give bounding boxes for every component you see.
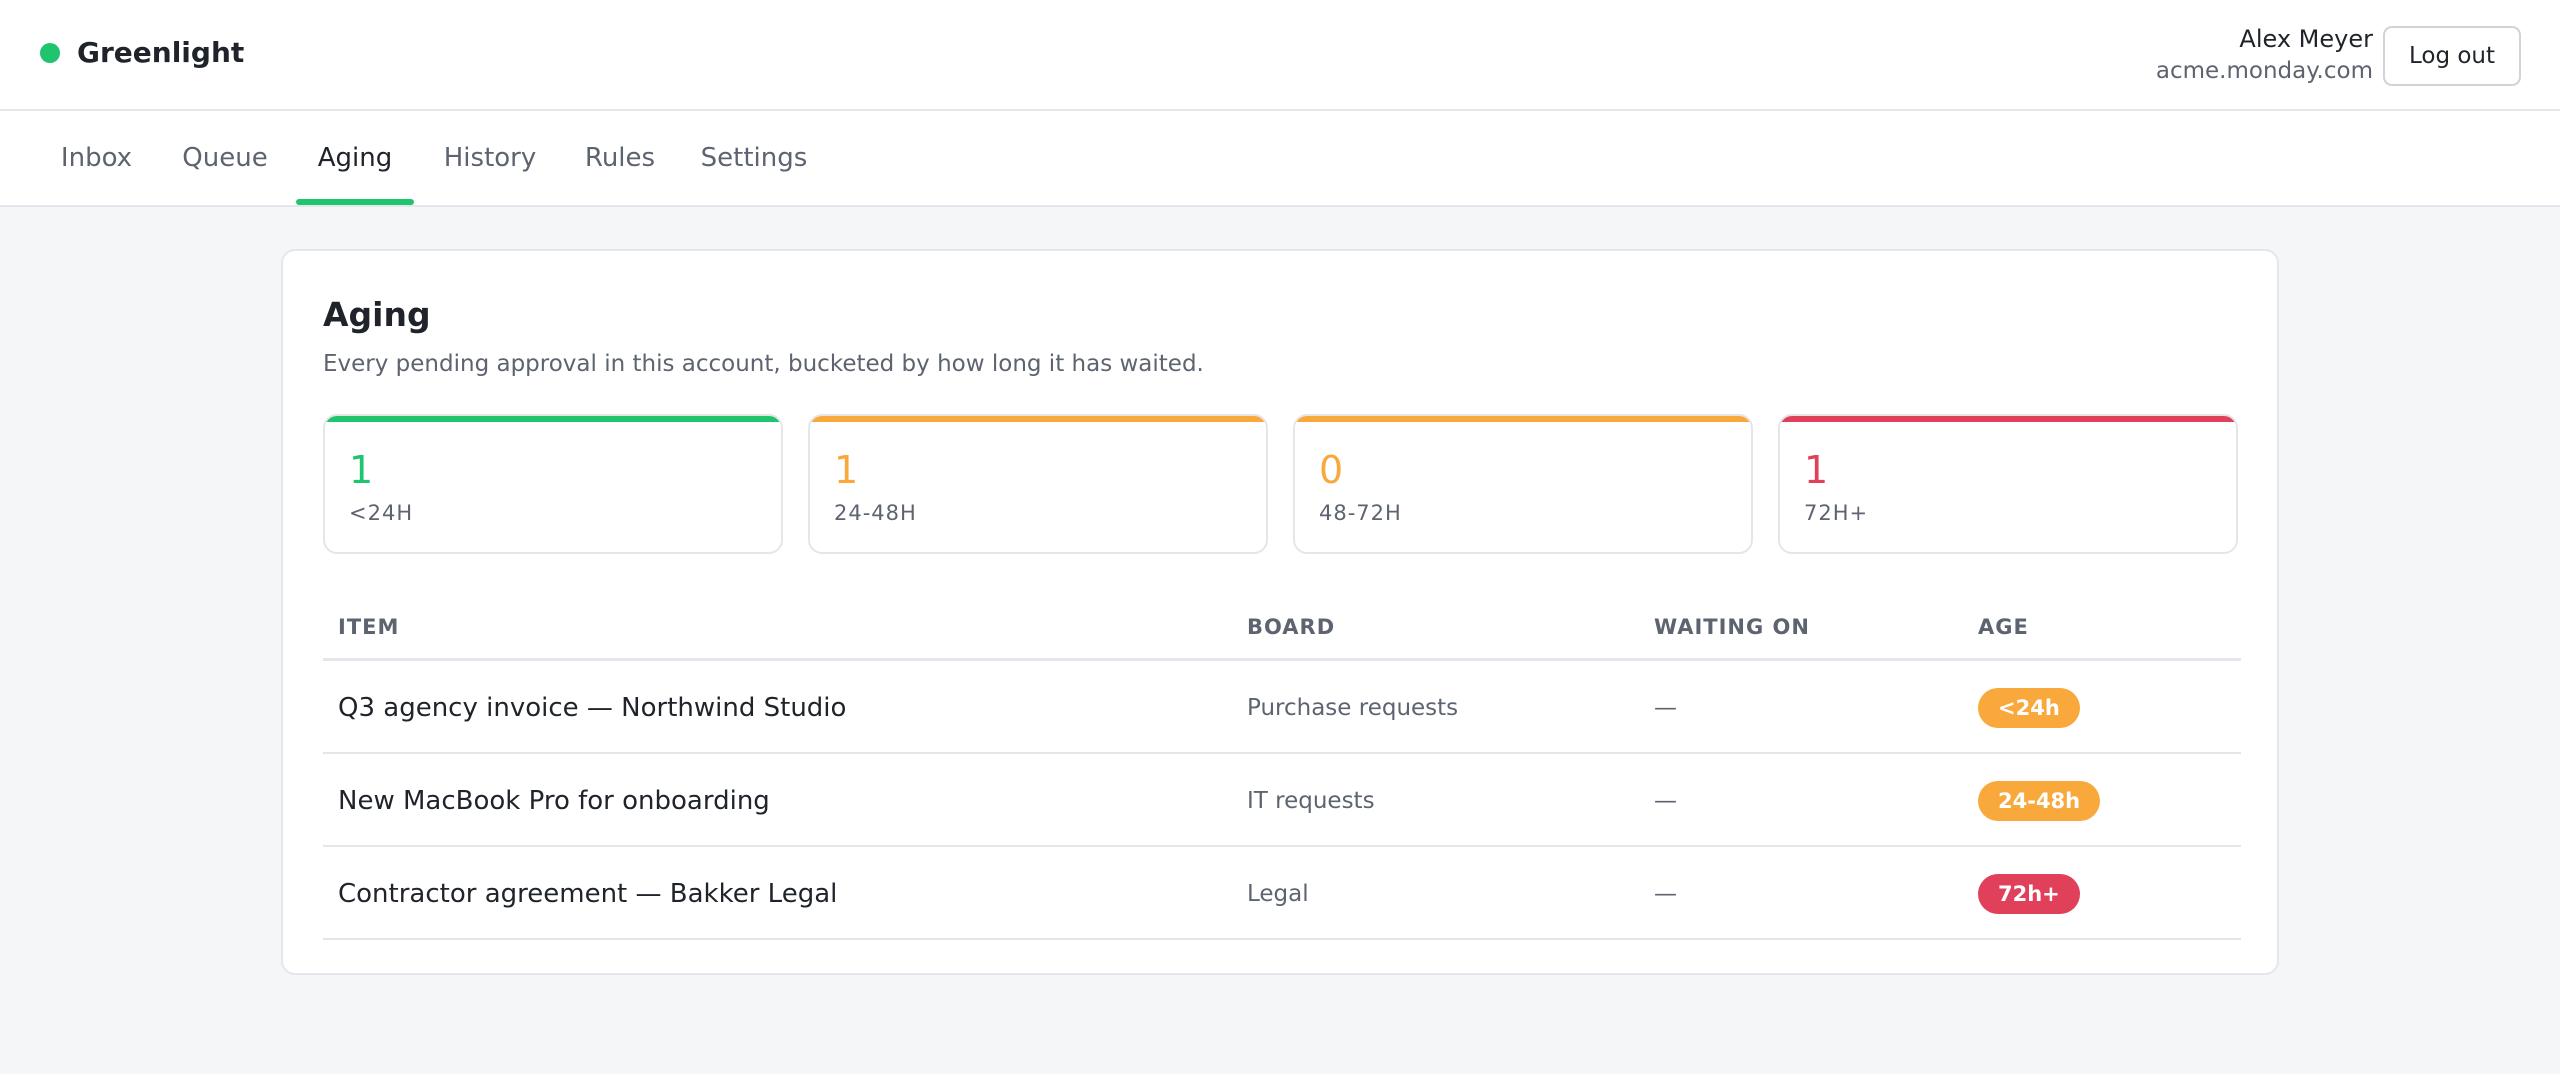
user-info: Alex Meyer acme.monday.com (2156, 24, 2373, 88)
main-nav: Inbox Queue Aging History Rules Settings (0, 111, 2560, 207)
row-age: 72h+ (1978, 847, 2080, 940)
bucket-count: 1 (349, 448, 374, 492)
bucket-label: <24H (349, 501, 414, 525)
brand[interactable]: Greenlight (40, 36, 244, 69)
row-item[interactable]: Contractor agreement — Bakker Legal (338, 847, 837, 940)
bucket-label: 24-48H (834, 501, 917, 525)
row-board: Purchase requests (1247, 694, 1459, 721)
row-board: IT requests (1247, 787, 1375, 814)
aging-table: ITEM BOARD WAITING ON AGE Q3 agency invo… (323, 591, 2241, 940)
tab-queue[interactable]: Queue (170, 111, 280, 205)
age-badge: 72h+ (1978, 873, 2080, 914)
tab-settings[interactable]: Settings (692, 111, 816, 205)
page-description: Every pending approval in this account, … (323, 351, 1204, 377)
brand-name: Greenlight (77, 36, 245, 69)
bucket-under-24h[interactable]: 1 <24H (323, 414, 783, 554)
bucket-48-72h[interactable]: 0 48-72H (1293, 414, 1753, 554)
bucket-count: 1 (1804, 448, 1829, 492)
tab-inbox[interactable]: Inbox (40, 111, 153, 205)
tab-aging[interactable]: Aging (296, 111, 414, 205)
account-domain: acme.monday.com (2155, 58, 2373, 84)
bucket-accent (325, 416, 781, 422)
page-title: Aging (323, 295, 431, 334)
bucket-count: 0 (1319, 448, 1344, 492)
column-header-board[interactable]: BOARD (1247, 615, 1335, 639)
row-waiting-on: — (1654, 787, 1677, 814)
top-bar: Greenlight Alex Meyer acme.monday.com Lo… (0, 0, 2560, 111)
aging-card: Aging Every pending approval in this acc… (281, 249, 2279, 975)
row-waiting-on: — (1654, 694, 1677, 721)
logout-button[interactable]: Log out (2383, 26, 2521, 86)
bucket-24-48h[interactable]: 1 24-48H (808, 414, 1268, 554)
row-age: 24-48h (1978, 754, 2101, 847)
bucket-accent (810, 416, 1266, 422)
row-waiting-on: — (1654, 880, 1677, 907)
column-header-age[interactable]: AGE (1978, 615, 2029, 639)
tab-rules[interactable]: Rules (570, 111, 670, 205)
user-name: Alex Meyer (2239, 25, 2373, 53)
column-header-item[interactable]: ITEM (338, 615, 399, 639)
brand-logo-dot-icon (40, 42, 60, 63)
bucket-label: 48-72H (1319, 501, 1402, 525)
table-row[interactable]: Q3 agency invoice — Northwind Studio Pur… (323, 661, 2241, 754)
row-item[interactable]: New MacBook Pro for onboarding (338, 754, 770, 847)
column-header-waiting-on[interactable]: WAITING ON (1654, 615, 1810, 639)
row-board: Legal (1247, 880, 1309, 907)
table-header: ITEM BOARD WAITING ON AGE (323, 591, 2241, 661)
row-age: <24h (1978, 661, 2080, 754)
bucket-72h-plus[interactable]: 1 72H+ (1778, 414, 2238, 554)
bucket-count: 1 (834, 448, 859, 492)
age-badge: <24h (1978, 687, 2080, 728)
bucket-accent (1780, 416, 2236, 422)
age-badge: 24-48h (1978, 780, 2101, 821)
table-row[interactable]: New MacBook Pro for onboarding IT reques… (323, 754, 2241, 847)
row-item[interactable]: Q3 agency invoice — Northwind Studio (338, 661, 846, 754)
table-row[interactable]: Contractor agreement — Bakker Legal Lega… (323, 847, 2241, 940)
tab-history[interactable]: History (431, 111, 549, 205)
bucket-accent (1295, 416, 1751, 422)
bucket-label: 72H+ (1804, 501, 1869, 525)
